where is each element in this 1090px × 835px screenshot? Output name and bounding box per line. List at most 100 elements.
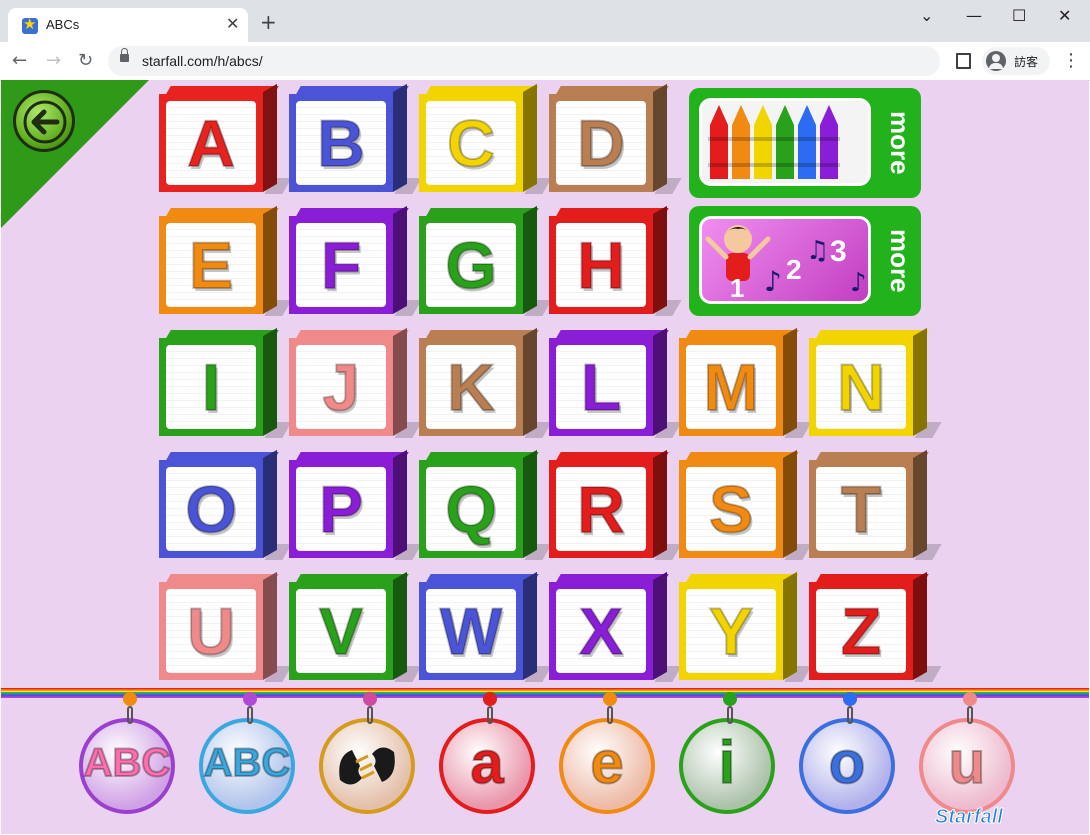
browser-tab[interactable]: ABCs ✕ [8,8,248,42]
letter-block-y[interactable]: Y [679,571,812,682]
numbers-more-tile[interactable]: 1 2 3 ♪ ♫ ♪ more [689,206,921,316]
address-bar[interactable]: starfall.com/h/abcs/ [108,46,940,76]
block-front: F [289,216,393,314]
crayons-more-tile[interactable]: more [689,88,921,198]
block-face: R [556,467,646,551]
block-face: H [556,223,646,307]
block-front: U [159,582,263,680]
letter-block-s[interactable]: S [679,449,812,560]
block-front: X [549,582,653,680]
letter-block-l[interactable]: L [549,327,682,438]
letter-block-e[interactable]: E [159,205,292,316]
block-face: G [426,223,516,307]
letter-block-f[interactable]: F [289,205,422,316]
reload-icon[interactable]: ↻ [78,50,93,71]
block-front: G [419,216,523,314]
letter-block-g[interactable]: G [419,205,552,316]
block-letter: C [446,106,496,180]
block-front: T [809,460,913,558]
block-front: C [419,94,523,192]
vowel-u-medal[interactable]: u [919,692,1015,814]
new-tab-button[interactable]: + [260,12,277,32]
letter-block-q[interactable]: Q [419,449,552,560]
block-front: O [159,460,263,558]
block-letter: I [201,350,221,424]
browser-menu-icon[interactable]: ⋮ [1062,50,1080,71]
letter-block-i[interactable]: I [159,327,292,438]
block-face: O [166,467,256,551]
block-letter: A [186,106,236,180]
block-face: J [296,345,386,429]
block-face: I [166,345,256,429]
sign-language-medal[interactable] [319,692,415,814]
block-face: M [686,345,776,429]
back-nav-icon[interactable]: ← [12,50,27,71]
vowel-i-medal[interactable]: i [679,692,775,814]
block-side [913,571,927,680]
medal-letter: u [948,729,987,796]
minimize-button[interactable]: — [966,6,982,25]
block-letter: G [444,228,497,302]
block-front: P [289,460,393,558]
medal-letter: a [469,729,504,796]
block-letter: N [836,350,886,424]
letter-block-x[interactable]: X [549,571,682,682]
block-side [653,205,667,314]
tab-title: ABCs [46,17,80,32]
letter-block-t[interactable]: T [809,449,942,560]
letter-block-w[interactable]: W [419,571,552,682]
letter-block-r[interactable]: R [549,449,682,560]
medal-ring [607,706,613,724]
block-side [523,83,537,192]
letter-block-m[interactable]: M [679,327,812,438]
block-side [263,205,277,314]
starfall-logo[interactable]: Starfall [935,806,1004,829]
unicorn-abc-medal[interactable]: ABC [79,692,175,814]
medal-ring [247,706,253,724]
letter-block-z[interactable]: Z [809,571,942,682]
letter-block-c[interactable]: C [419,83,552,194]
side-panel-icon[interactable] [956,53,971,69]
svg-text:♫: ♫ [806,236,829,266]
vowel-e-medal[interactable]: e [559,692,655,814]
block-front: R [549,460,653,558]
medal-bead [483,692,497,706]
block-side [913,449,927,558]
letter-block-h[interactable]: H [549,205,682,316]
block-letter: W [439,594,503,668]
letter-block-j[interactable]: J [289,327,422,438]
block-front: V [289,582,393,680]
medal-bead [363,692,377,706]
close-window-button[interactable]: ✕ [1058,6,1071,25]
letter-block-o[interactable]: O [159,449,292,560]
svg-text:♪: ♪ [850,268,867,298]
abc-medal[interactable]: ABC [199,692,295,814]
letter-block-n[interactable]: N [809,327,942,438]
tab-close-icon[interactable]: ✕ [226,14,239,33]
letter-block-b[interactable]: B [289,83,422,194]
medal-ring [367,706,373,724]
block-side [653,571,667,680]
url-text[interactable]: starfall.com/h/abcs/ [142,53,263,69]
profile-button[interactable]: 訪客 [982,47,1050,75]
letter-block-p[interactable]: P [289,449,422,560]
vowel-a-medal[interactable]: a [439,692,535,814]
letter-block-k[interactable]: K [419,327,552,438]
block-front: H [549,216,653,314]
block-face: L [556,345,646,429]
letter-block-v[interactable]: V [289,571,422,682]
block-front: L [549,338,653,436]
vowel-o-medal[interactable]: o [799,692,895,814]
forward-nav-icon[interactable]: → [46,50,61,71]
tab-search-chevron-icon[interactable]: ⌄ [920,6,933,25]
numbers-song-icon: 1 2 3 ♪ ♫ ♪ [699,216,871,304]
medal-ring [727,706,733,724]
letter-block-u[interactable]: U [159,571,292,682]
letter-block-d[interactable]: D [549,83,682,194]
letter-block-a[interactable]: A [159,83,292,194]
back-arrow-button[interactable] [13,90,75,152]
medal-bead [963,692,977,706]
number-2: 2 [786,254,802,285]
more-label: more [885,229,915,293]
maximize-button[interactable]: ☐ [1012,6,1026,25]
